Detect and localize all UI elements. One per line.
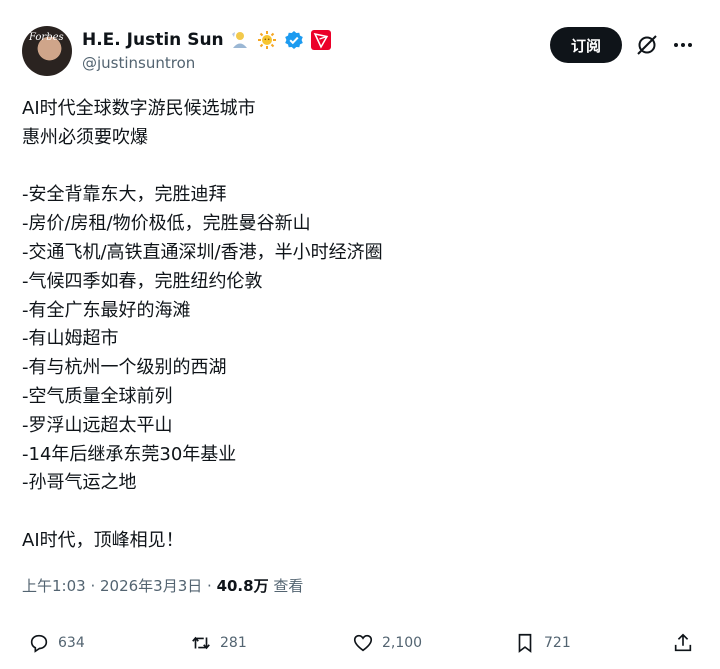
post-line: -孙哥气运之地 (22, 472, 137, 494)
post-line: -空气质量全球前列 (22, 385, 173, 407)
action-bar: 634 281 2,100 721 (22, 632, 704, 664)
post-line: -有山姆超市 (22, 328, 119, 350)
repost-count: 281 (220, 635, 247, 651)
verified-icon (283, 29, 305, 51)
post-header: Forbes H.E. Justin Sun @justinsuntron 订阅 (22, 22, 704, 78)
author-handle[interactable]: @justinsuntron (82, 54, 195, 72)
like-button[interactable]: 2,100 (352, 632, 422, 654)
avatar-logo-text: Forbes (29, 32, 64, 43)
subscribe-button[interactable]: 订阅 (550, 27, 622, 63)
heart-icon (353, 634, 373, 652)
repost-icon (192, 636, 210, 650)
post-line: -房价/房租/物价极低，完胜曼谷新山 (22, 213, 311, 235)
post-line: -安全背靠东大，完胜迪拜 (22, 184, 227, 206)
bookmark-icon (518, 633, 532, 653)
avatar[interactable]: Forbes (22, 26, 72, 76)
author-name[interactable]: H.E. Justin Sun (82, 30, 224, 50)
post-timestamp[interactable]: 上午1:03 · 2026年3月3日 · (22, 577, 217, 595)
post-line: -有与杭州一个级别的西湖 (22, 357, 227, 379)
post-line: 惠州必须要吹爆 (22, 126, 148, 148)
person-emoji-icon (229, 29, 251, 51)
views-count: 40.8万 (216, 577, 269, 595)
post-line: -交通飞机/高铁直通深圳/香港，半小时经济圈 (22, 241, 383, 263)
post-line: -14年后继承东莞30年基业 (22, 443, 237, 465)
views-label: 查看 (268, 577, 304, 595)
post-line: AI时代，顶峰相见！ (22, 529, 184, 551)
post-line: -气候四季如春，完胜纽约伦敦 (22, 270, 263, 292)
post-line: -有全广东最好的海滩 (22, 299, 191, 321)
grok-icon[interactable] (636, 34, 658, 56)
post-meta: 上午1:03 · 2026年3月3日 · 40.8万 查看 (22, 575, 303, 596)
reply-icon (30, 634, 48, 653)
more-icon[interactable] (670, 34, 696, 56)
tron-logo-icon (310, 29, 332, 51)
share-button[interactable] (672, 632, 694, 654)
bookmark-count: 721 (544, 635, 571, 651)
share-icon (674, 633, 692, 652)
author-name-row: H.E. Justin Sun (82, 29, 332, 51)
post-line: AI时代全球数字游民候选城市 (22, 98, 256, 119)
reply-button[interactable]: 634 (28, 632, 85, 654)
like-count: 2,100 (382, 635, 423, 651)
reply-count: 634 (58, 635, 85, 651)
bookmark-button[interactable]: 721 (514, 632, 571, 654)
repost-button[interactable]: 281 (190, 632, 247, 654)
sun-emoji-icon (256, 29, 278, 51)
post-text: AI时代全球数字游民候选城市 惠州必须要吹爆 -安全背靠东大，完胜迪拜 -房价/… (22, 95, 692, 556)
post-line: -罗浮山远超太平山 (22, 414, 173, 436)
